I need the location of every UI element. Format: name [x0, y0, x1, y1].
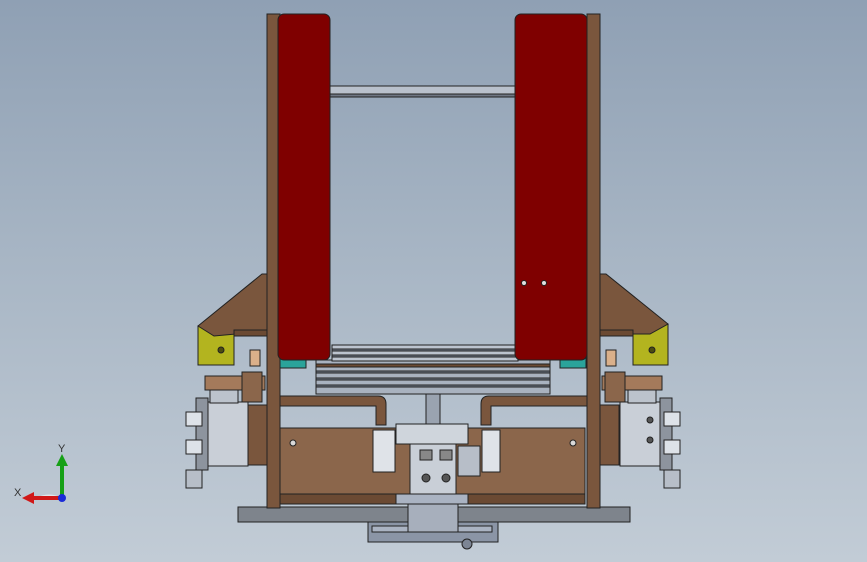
right-angled-arm	[598, 273, 669, 335]
right-red-panel	[514, 13, 588, 361]
y-axis-label: Y	[58, 443, 66, 455]
cad-viewport[interactable]	[0, 0, 867, 562]
right-vertical-frame	[586, 13, 601, 509]
orientation-triad: Y X	[14, 443, 68, 504]
left-red-panel	[277, 13, 331, 361]
left-cylinder	[185, 384, 249, 489]
right-curved-bracket	[480, 395, 588, 426]
x-axis-label: X	[14, 487, 22, 499]
left-curved-bracket	[279, 395, 387, 426]
y-axis-head	[56, 454, 68, 466]
left-angled-arm	[197, 273, 269, 337]
top-crossbar	[329, 85, 517, 98]
right-cylinder	[619, 384, 681, 489]
machine-assembly	[185, 13, 681, 550]
z-axis-dot	[58, 494, 66, 502]
x-axis-head	[22, 492, 34, 504]
